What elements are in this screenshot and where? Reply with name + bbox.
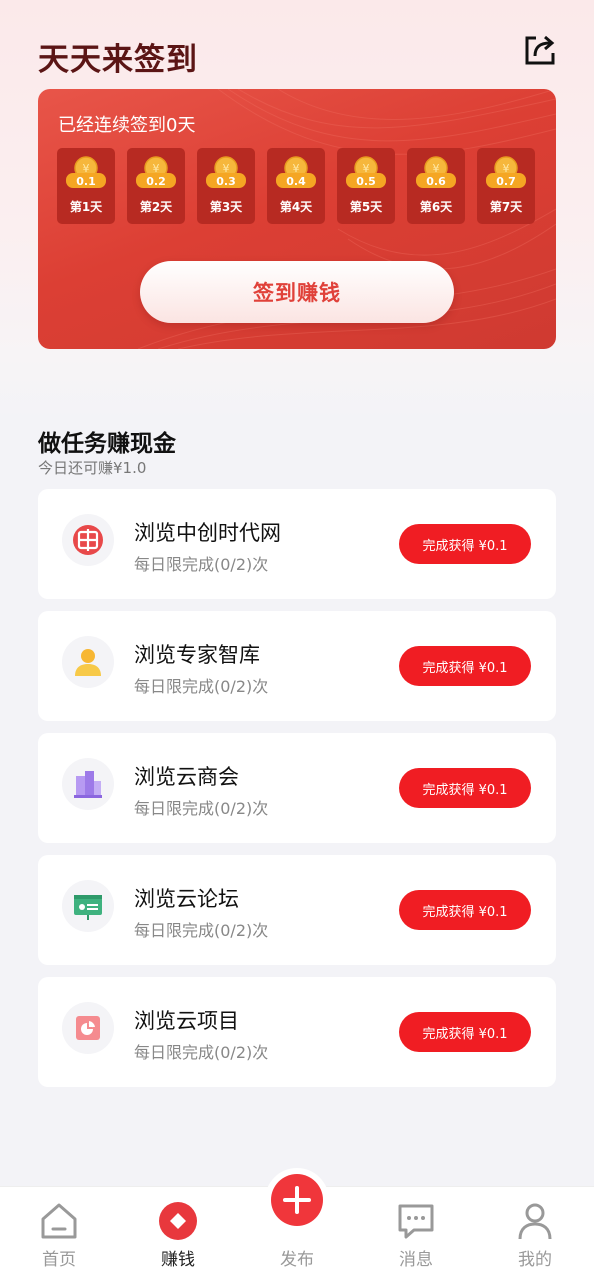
- task-card-chamber: 浏览云商会 每日限完成(0/2)次 完成获得 ¥0.1: [38, 733, 556, 843]
- day-reward: 0.2: [146, 175, 166, 188]
- nav-label: 赚钱: [161, 1250, 195, 1270]
- publish-button-inner: [271, 1174, 323, 1226]
- earn-icon: [159, 1202, 197, 1240]
- day-label: 第3天: [209, 200, 243, 214]
- signin-earn-button[interactable]: 签到赚钱: [140, 261, 454, 323]
- task-icon-container: [62, 1002, 114, 1054]
- task-limit: 每日限完成(0/2)次: [134, 1043, 269, 1062]
- day-label: 第1天: [69, 200, 103, 214]
- streak-text: 已经连续签到0天: [58, 115, 196, 136]
- nav-item-profile[interactable]: 我的: [485, 1187, 585, 1280]
- forum-icon: [74, 895, 102, 920]
- task-name: 浏览云商会: [134, 765, 239, 789]
- signin-day-4: ¥ 0.4 第4天: [267, 148, 325, 224]
- day-label: 第2天: [139, 200, 173, 214]
- task-complete-button[interactable]: 完成获得 ¥0.1: [399, 890, 531, 930]
- task-icon-container: [62, 758, 114, 810]
- task-name: 浏览中创时代网: [134, 521, 281, 545]
- task-name: 浏览云论坛: [134, 887, 239, 911]
- nav-item-home[interactable]: 首页: [9, 1187, 109, 1280]
- signin-day-5: ¥ 0.5 第5天: [337, 148, 395, 224]
- task-limit: 每日限完成(0/2)次: [134, 799, 269, 818]
- day-label: 第4天: [279, 200, 313, 214]
- nav-item-messages[interactable]: 消息: [366, 1187, 466, 1280]
- day-reward: 0.4: [286, 175, 306, 188]
- nav-label: 我的: [518, 1250, 552, 1270]
- nav-label: 消息: [399, 1250, 433, 1270]
- nav-item-earn[interactable]: 赚钱: [128, 1187, 228, 1280]
- day-reward: 0.3: [216, 175, 236, 188]
- task-complete-button[interactable]: 完成获得 ¥0.1: [399, 646, 531, 686]
- task-card-web: 浏览中创时代网 每日限完成(0/2)次 完成获得 ¥0.1: [38, 489, 556, 599]
- share-icon: [525, 35, 555, 65]
- task-name: 浏览专家智库: [134, 643, 260, 667]
- signin-days-row: ¥ 0.1 第1天 ¥ 0.2 第2天 ¥ 0.3 第3天 ¥ 0.4 第4天 …: [57, 148, 537, 224]
- day-label: 第6天: [419, 200, 453, 214]
- task-complete-button[interactable]: 完成获得 ¥0.1: [399, 524, 531, 564]
- tasks-title: 做任务赚现金: [38, 431, 176, 457]
- building-icon: [74, 771, 102, 798]
- day-label: 第5天: [349, 200, 383, 214]
- page-title: 天天来签到: [38, 42, 198, 78]
- header: 天天来签到: [38, 34, 558, 78]
- signin-day-2: ¥ 0.2 第2天: [127, 148, 185, 224]
- day-reward: 0.6: [426, 175, 446, 188]
- nav-label: 发布: [280, 1250, 314, 1270]
- task-icon-container: [62, 880, 114, 932]
- project-icon: [76, 1016, 100, 1040]
- task-limit: 每日限完成(0/2)次: [134, 677, 269, 696]
- plus-icon: [283, 1186, 311, 1214]
- profile-icon: [518, 1203, 552, 1240]
- task-icon-container: [62, 514, 114, 566]
- signin-day-1: ¥ 0.1 第1天: [57, 148, 115, 224]
- task-limit: 每日限完成(0/2)次: [134, 555, 269, 574]
- signin-day-6: ¥ 0.6 第6天: [407, 148, 465, 224]
- task-card-project: 浏览云项目 每日限完成(0/2)次 完成获得 ¥0.1: [38, 977, 556, 1087]
- day-reward: 0.1: [76, 175, 96, 188]
- task-card-forum: 浏览云论坛 每日限完成(0/2)次 完成获得 ¥0.1: [38, 855, 556, 965]
- signin-day-7: ¥ 0.7 第7天: [477, 148, 535, 224]
- task-name: 浏览云项目: [134, 1009, 239, 1033]
- share-button[interactable]: [522, 32, 558, 68]
- signin-card: 已经连续签到0天 ¥ 0.1 第1天 ¥ 0.2 第2天 ¥ 0.3 第3天 ¥…: [38, 89, 556, 349]
- task-limit: 每日限完成(0/2)次: [134, 921, 269, 940]
- message-icon: [398, 1204, 434, 1239]
- task-icon-container: [62, 636, 114, 688]
- task-complete-button[interactable]: 完成获得 ¥0.1: [399, 768, 531, 808]
- publish-button[interactable]: [265, 1168, 329, 1232]
- user-icon: [75, 649, 101, 676]
- task-complete-button[interactable]: 完成获得 ¥0.1: [399, 1012, 531, 1052]
- day-reward: 0.7: [496, 175, 516, 188]
- tasks-subtitle: 今日还可赚¥1.0: [38, 459, 147, 477]
- nav-label: 首页: [42, 1250, 76, 1270]
- signin-day-3: ¥ 0.3 第3天: [197, 148, 255, 224]
- day-reward: 0.5: [356, 175, 376, 188]
- home-icon: [41, 1203, 77, 1239]
- task-card-experts: 浏览专家智库 每日限完成(0/2)次 完成获得 ¥0.1: [38, 611, 556, 721]
- day-label: 第7天: [489, 200, 523, 214]
- web-icon: [73, 525, 103, 555]
